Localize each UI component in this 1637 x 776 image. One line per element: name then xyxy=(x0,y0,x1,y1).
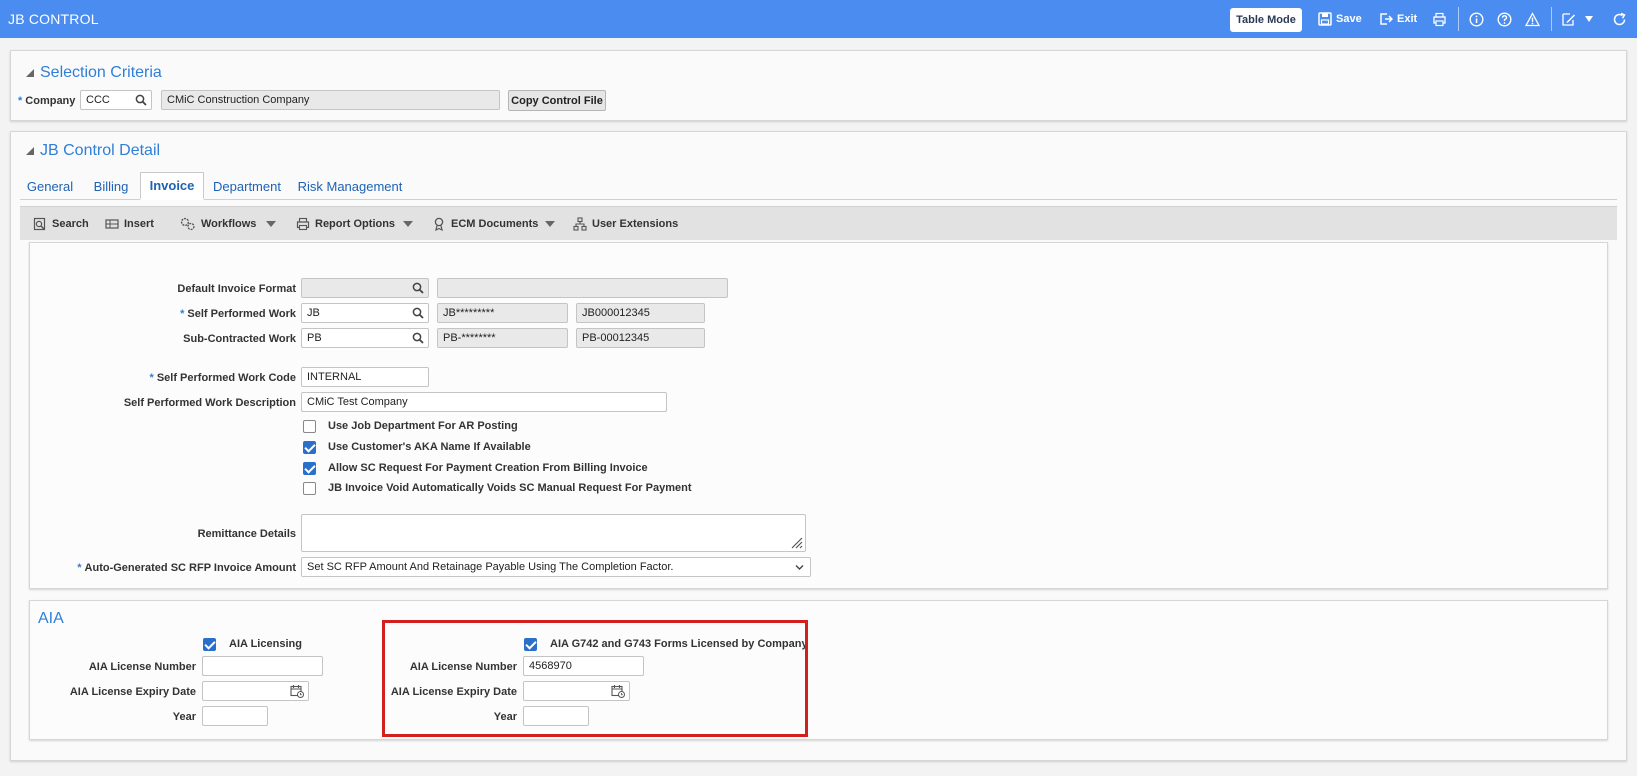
copy-control-file-button[interactable]: Copy Control File xyxy=(508,90,606,111)
default-invoice-format-input[interactable] xyxy=(301,278,429,298)
refresh-icon[interactable] xyxy=(1610,10,1628,28)
allow-sc-request-checkbox[interactable] xyxy=(303,462,316,475)
self-performed-work-description-input[interactable]: CMiC Test Company xyxy=(301,392,667,412)
sub-contracted-work-input[interactable]: PB xyxy=(301,328,429,348)
search-icon[interactable] xyxy=(412,307,424,319)
aia-licensing-checkbox[interactable] xyxy=(203,638,216,651)
aia-license-number-input[interactable] xyxy=(202,656,323,676)
jb-control-detail-title: JB Control Detail xyxy=(40,142,161,159)
resize-handle-icon[interactable] xyxy=(789,535,803,549)
ecm-documents-button[interactable]: ECM Documents xyxy=(432,215,538,233)
workflows-chevron-down-icon[interactable] xyxy=(266,221,276,227)
use-job-department-checkbox[interactable] xyxy=(303,420,316,433)
search-icon[interactable] xyxy=(412,282,424,294)
ecm-icon xyxy=(434,217,444,231)
tab-general[interactable]: General xyxy=(20,173,80,199)
search-icon[interactable] xyxy=(412,332,424,344)
use-customer-aka-label: Use Customer's AKA Name If Available xyxy=(328,441,531,453)
auto-generated-sc-rfp-label: * Auto-Generated SC RFP Invoice Amount xyxy=(77,562,296,574)
edit-icon[interactable] xyxy=(1559,10,1577,28)
year-label: Year xyxy=(172,711,196,723)
app-title: JB CONTROL xyxy=(8,11,99,27)
tab-billing[interactable]: Billing xyxy=(86,173,136,199)
collapse-triangle-icon xyxy=(26,69,34,77)
search-button[interactable]: Search xyxy=(33,215,89,233)
print-icon xyxy=(296,217,310,231)
header-divider xyxy=(1458,7,1459,31)
exit-label: Exit xyxy=(1397,13,1418,25)
save-label: Save xyxy=(1336,13,1362,25)
tab-risk-management[interactable]: Risk Management xyxy=(294,173,406,199)
warning-icon[interactable] xyxy=(1523,10,1541,28)
tab-invoice[interactable]: Invoice xyxy=(140,172,204,200)
company-label: * Company xyxy=(18,95,76,107)
selection-criteria-header[interactable]: Selection Criteria xyxy=(26,64,162,82)
info-icon[interactable] xyxy=(1467,10,1485,28)
allow-sc-request-label: Allow SC Request For Payment Creation Fr… xyxy=(328,462,648,474)
aia-license-expiry-input[interactable] xyxy=(202,681,309,701)
gears-icon xyxy=(180,217,195,231)
self-performed-work-example: JB000012345 xyxy=(576,303,705,323)
tab-department[interactable]: Department xyxy=(208,173,286,199)
ecm-documents-chevron-down-icon[interactable] xyxy=(545,221,555,227)
hierarchy-icon xyxy=(573,217,587,231)
default-invoice-format-label: Default Invoice Format xyxy=(177,283,296,295)
self-performed-work-code-label: * Self Performed Work Code xyxy=(149,372,296,384)
insert-icon xyxy=(105,219,119,229)
self-performed-work-label: * Self Performed Work xyxy=(180,308,296,320)
chevron-down-icon xyxy=(795,565,804,570)
selection-criteria-title: Selection Criteria xyxy=(40,64,162,81)
action-toolbar xyxy=(20,206,1617,240)
aia-licensing-label: AIA Licensing xyxy=(229,638,302,650)
jb-control-detail-header[interactable]: JB Control Detail xyxy=(26,142,160,160)
help-icon[interactable] xyxy=(1495,10,1513,28)
auto-generated-sc-rfp-select[interactable]: Set SC RFP Amount And Retainage Payable … xyxy=(301,557,811,577)
report-options-button[interactable]: Report Options xyxy=(296,215,395,233)
search-doc-icon xyxy=(33,217,46,231)
sub-contracted-work-mask: PB-******** xyxy=(437,328,568,348)
workflows-button[interactable]: Workflows xyxy=(180,215,256,233)
use-job-department-label: Use Job Department For AR Posting xyxy=(328,420,518,432)
header-divider xyxy=(1551,7,1552,31)
self-performed-work-code-input[interactable]: INTERNAL xyxy=(301,367,429,387)
sub-contracted-work-example: PB-00012345 xyxy=(576,328,705,348)
exit-button[interactable]: Exit xyxy=(1379,10,1417,28)
search-icon[interactable] xyxy=(135,94,147,106)
remittance-details-label: Remittance Details xyxy=(197,528,296,540)
sub-contracted-work-label: Sub-Contracted Work xyxy=(183,333,296,345)
self-performed-work-description-label: Self Performed Work Description xyxy=(123,397,296,409)
chevron-down-icon[interactable] xyxy=(1585,16,1593,22)
jb-invoice-void-label: JB Invoice Void Automatically Voids SC M… xyxy=(328,482,692,494)
default-invoice-format-description xyxy=(437,278,728,298)
aia-license-expiry-label: AIA License Expiry Date xyxy=(69,686,196,698)
self-performed-work-mask: JB********* xyxy=(437,303,568,323)
print-icon[interactable] xyxy=(1430,10,1448,28)
use-customer-aka-checkbox[interactable] xyxy=(303,441,316,454)
collapse-triangle-icon xyxy=(26,147,34,155)
report-options-chevron-down-icon[interactable] xyxy=(403,221,413,227)
highlight-box xyxy=(382,620,808,737)
table-mode-button[interactable]: Table Mode xyxy=(1230,8,1302,32)
save-button[interactable]: Save xyxy=(1318,10,1362,28)
aia-title: AIA xyxy=(38,610,64,627)
remittance-details-textarea[interactable] xyxy=(301,514,806,552)
aia-license-number-label: AIA License Number xyxy=(88,661,196,673)
calendar-icon[interactable] xyxy=(290,684,304,698)
company-code-input[interactable]: CCC xyxy=(80,90,152,110)
selection-criteria-panel xyxy=(10,50,1627,121)
insert-button[interactable]: Insert xyxy=(105,215,154,233)
company-name-field: CMiC Construction Company xyxy=(161,90,500,110)
user-extensions-button[interactable]: User Extensions xyxy=(573,215,678,233)
jb-invoice-void-checkbox[interactable] xyxy=(303,482,316,495)
self-performed-work-input[interactable]: JB xyxy=(301,303,429,323)
year-input[interactable] xyxy=(202,706,268,726)
save-icon xyxy=(1318,12,1332,26)
exit-icon xyxy=(1380,13,1393,25)
tab-strip-line xyxy=(20,199,1617,200)
